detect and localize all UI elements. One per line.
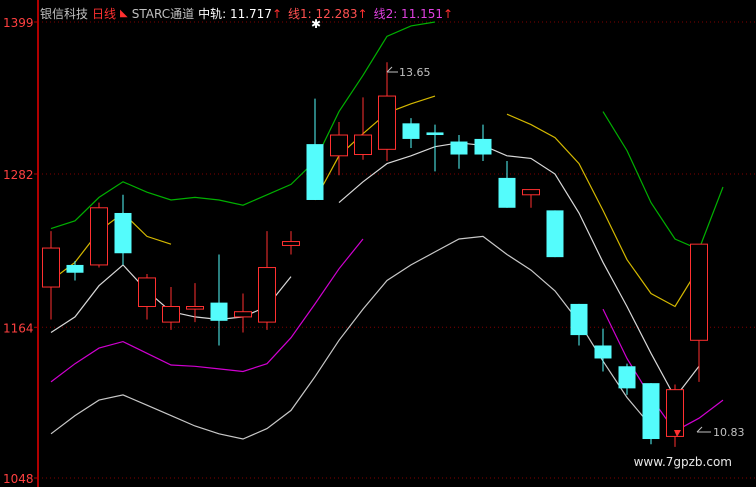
low-price-label: 10.83: [713, 426, 745, 439]
candle[interactable]: [186, 283, 204, 323]
candle-body-down: [570, 303, 588, 336]
candle[interactable]: [66, 261, 84, 281]
candle-body-down: [546, 210, 564, 258]
band-line-upper2: [50, 21, 436, 230]
candle[interactable]: [522, 189, 540, 208]
watermark: www.7gpzb.com: [633, 455, 732, 469]
low-marker: 10.83: [696, 426, 745, 439]
candle-body-down: [618, 366, 636, 389]
y-tick-label: 1282: [3, 168, 34, 182]
candle-body-down: [498, 177, 516, 208]
line1-value: 线1: 12.283↑: [288, 5, 370, 22]
mid-band-value: 中轨: 11.717↑: [198, 5, 284, 22]
candle[interactable]: [426, 124, 444, 172]
candle-body-up: [690, 243, 708, 341]
kline-plot-area[interactable]: 1399 1282 1164 1048 13.65 10.83 ✱: [0, 0, 756, 487]
up-arrow-icon: ↑: [271, 6, 283, 21]
candle[interactable]: [450, 135, 468, 169]
price-axis: 1399 1282 1164 1048: [3, 0, 39, 487]
candle[interactable]: [42, 231, 60, 320]
candle[interactable]: [234, 293, 252, 333]
y-tick-label: 1164: [3, 321, 34, 335]
line1-text: 线1: 12.283: [288, 6, 358, 21]
candle-body-down: [66, 264, 84, 273]
candle-body-up: [330, 134, 348, 157]
candle-body-down: [474, 138, 492, 155]
candle-body-up: [186, 306, 204, 310]
candle[interactable]: [282, 231, 300, 255]
band-line-mid: [338, 142, 700, 399]
candle[interactable]: [114, 194, 132, 265]
candle[interactable]: [474, 124, 492, 162]
indicator-name[interactable]: STARC通道: [132, 5, 194, 22]
up-arrow-icon: ↑: [443, 6, 454, 21]
candle-body-up: [354, 134, 372, 156]
candle-body-up: [90, 207, 108, 266]
line2-text: 线2: 11.151: [373, 6, 444, 21]
candle-body-up: [258, 267, 276, 323]
candle-body-up: [282, 241, 300, 246]
candle-body-up: [42, 247, 60, 288]
candle-body-down: [594, 345, 612, 359]
band-line-upper2: [602, 111, 724, 251]
candle[interactable]: [90, 202, 108, 268]
band-line-lower2: [50, 235, 652, 440]
candle[interactable]: [258, 231, 276, 330]
candle-body-down: [642, 383, 660, 440]
band-line-upper1: [506, 113, 700, 308]
chart-header: 银信科技 日线 ◣ STARC通道 中轨: 11.717↑ 线1: 12.283…: [40, 4, 455, 22]
candle[interactable]: [162, 287, 180, 330]
candle-body-up: [162, 306, 180, 323]
high-price-label: 13.65: [399, 66, 431, 79]
period-label[interactable]: 日线: [92, 5, 116, 22]
candle[interactable]: [666, 384, 684, 447]
indicator-marker-icon: ◣: [120, 7, 128, 19]
candle-body-up: [522, 189, 540, 196]
mid-band-text: 中轨: 11.717: [198, 6, 272, 21]
candle-body-down: [306, 144, 324, 200]
candle-body-up: [138, 277, 156, 308]
kline-chart-window[interactable]: 1399 1282 1164 1048 13.65 10.83 ✱ 银信科技 日线 ◣…: [0, 0, 756, 487]
up-arrow-icon: ↑: [357, 6, 368, 21]
candle[interactable]: [642, 383, 660, 445]
candle-body-up: [378, 95, 396, 150]
line2-value: 线2: 11.151↑: [374, 5, 456, 22]
candle[interactable]: [498, 161, 516, 208]
candle[interactable]: [378, 62, 396, 162]
candle[interactable]: [594, 328, 612, 372]
candle-body-down: [402, 123, 420, 139]
candle[interactable]: [570, 303, 588, 346]
candle[interactable]: [402, 118, 420, 149]
candle-body-up: [666, 389, 684, 437]
candle-body-down: [450, 141, 468, 155]
high-marker: 13.65: [386, 66, 431, 79]
stock-name[interactable]: 银信科技: [40, 5, 88, 22]
candle[interactable]: [618, 363, 636, 395]
price-annotations: 13.65 10.83 ✱: [311, 17, 745, 439]
candle[interactable]: [690, 243, 708, 382]
candle-body-down: [426, 132, 444, 136]
candle-body-up: [234, 311, 252, 318]
candle-body-down: [114, 212, 132, 254]
y-tick-label: 1399: [3, 16, 34, 30]
candle[interactable]: [210, 254, 228, 346]
candle[interactable]: [546, 210, 564, 258]
candle[interactable]: [138, 274, 156, 320]
y-tick-label: 1048: [3, 472, 34, 486]
candle[interactable]: [306, 98, 324, 200]
candle-body-down: [210, 302, 228, 321]
